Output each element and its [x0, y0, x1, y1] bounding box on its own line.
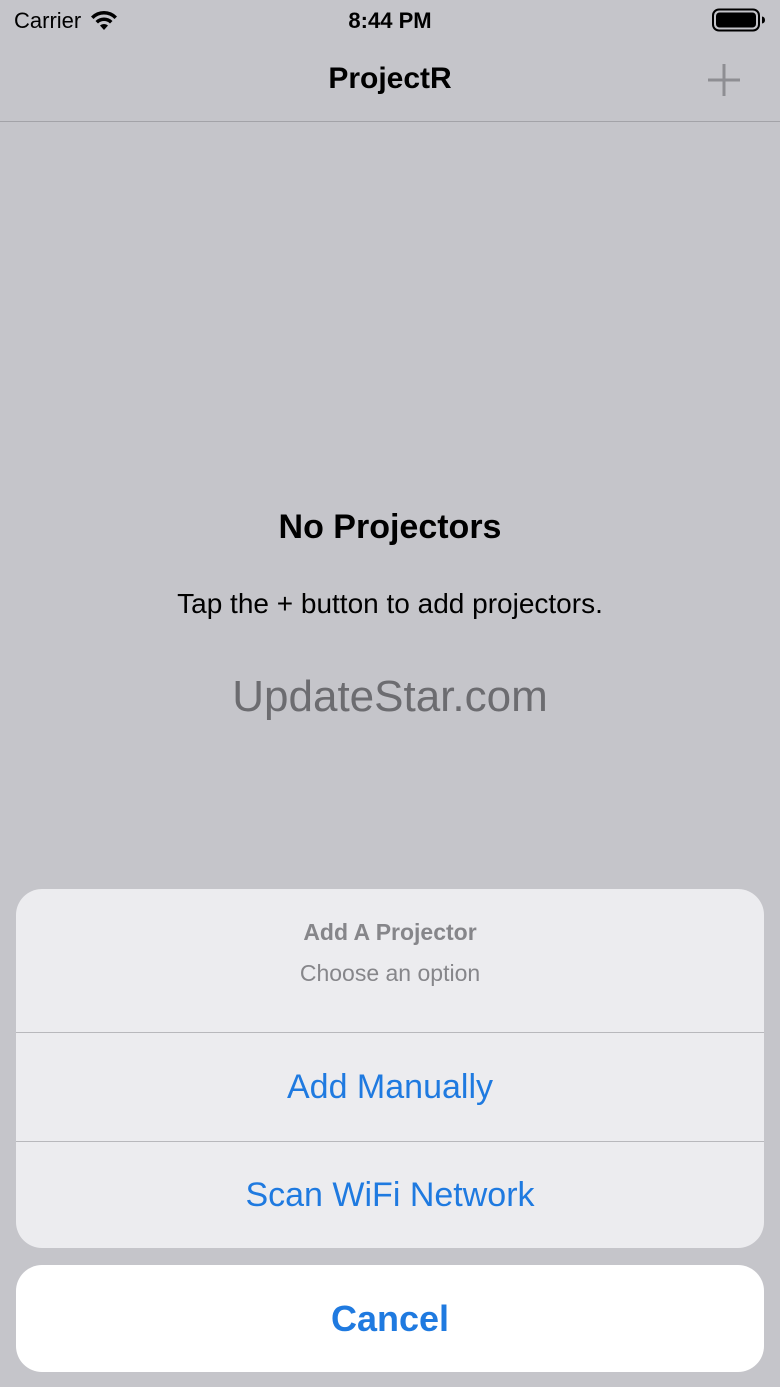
action-sheet: Add A Projector Choose an option Add Man…: [16, 889, 764, 1248]
empty-state-message: Tap the + button to add projectors.: [177, 588, 603, 619]
status-time: 8:44 PM: [348, 8, 432, 33]
add-manually-button[interactable]: Add Manually: [16, 1033, 764, 1141]
nav-title: ProjectR: [328, 62, 452, 95]
action-sheet-header: Add A Projector Choose an option: [16, 889, 764, 1033]
empty-state-title: No Projectors: [278, 508, 502, 546]
action-sheet-title: Add A Projector: [303, 919, 477, 945]
scan-wifi-network-button[interactable]: Scan WiFi Network: [16, 1141, 764, 1248]
status-bar: Carrier 8:44 PM: [0, 0, 780, 42]
action-sheet-message: Choose an option: [299, 960, 481, 986]
battery-icon: [712, 8, 765, 32]
cancel-button[interactable]: Cancel: [16, 1265, 764, 1372]
navigation-bar: ProjectR: [0, 42, 780, 122]
watermark: UpdateStar.com: [232, 672, 548, 721]
plus-icon: [708, 64, 740, 96]
add-projector-button[interactable]: [704, 60, 744, 100]
